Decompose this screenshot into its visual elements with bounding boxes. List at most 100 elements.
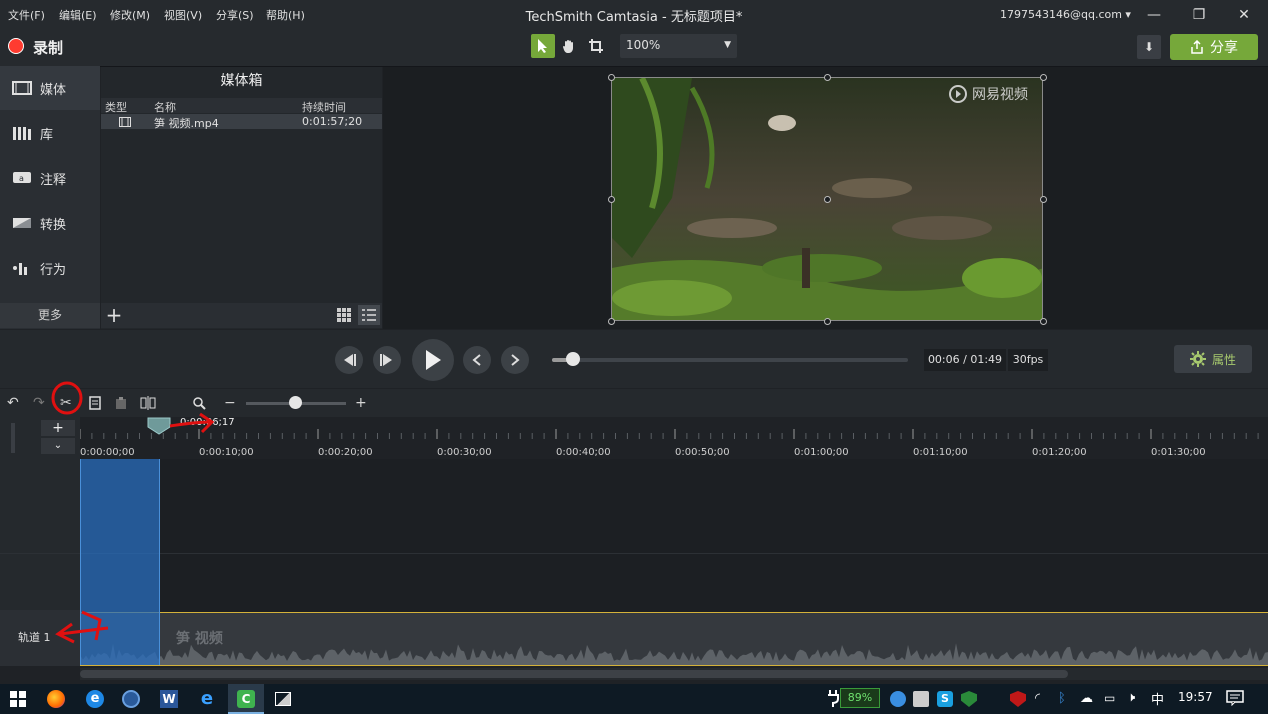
- firefox-icon[interactable]: [44, 687, 68, 711]
- play-button[interactable]: [412, 339, 454, 381]
- red-arrow-annotation: [169, 412, 215, 434]
- wifi-icon[interactable]: ◜: [1035, 691, 1040, 706]
- step-back-button[interactable]: [335, 346, 363, 374]
- resize-handle[interactable]: [608, 74, 615, 81]
- resize-handle[interactable]: [1040, 74, 1047, 81]
- copy-icon[interactable]: [88, 396, 102, 410]
- play-icon: [426, 350, 441, 370]
- column-duration[interactable]: 持续时间: [302, 99, 346, 115]
- clock-tray-icon[interactable]: [890, 691, 906, 707]
- photos-icon[interactable]: [271, 687, 295, 711]
- step-forward-icon: [380, 354, 392, 366]
- video-file-icon: [119, 117, 131, 127]
- camtasia-logo: C: [237, 690, 255, 708]
- resize-handle[interactable]: [1040, 318, 1047, 325]
- notifications-icon[interactable]: [1226, 690, 1244, 706]
- sidebar-item-label: 行为: [40, 262, 67, 278]
- record-button[interactable]: 录制: [33, 37, 63, 58]
- zoom-in-icon[interactable]: +: [355, 395, 367, 411]
- transition-icon: [13, 218, 31, 228]
- sidebar-item-annotations[interactable]: a 注释: [0, 156, 100, 200]
- crop-tool-button[interactable]: [584, 34, 608, 58]
- resize-handle[interactable]: [608, 318, 615, 325]
- ruler-tick-label: 0:00:20;00: [318, 447, 373, 458]
- sidebar-item-behaviors[interactable]: 行为: [0, 246, 100, 290]
- share-button[interactable]: 分享: [1170, 34, 1258, 60]
- timeline-zoom-handle[interactable]: [289, 396, 302, 409]
- properties-button[interactable]: 属性: [1174, 345, 1252, 373]
- list-view-button[interactable]: [358, 305, 380, 325]
- firefox-logo: [47, 690, 65, 708]
- resize-handle[interactable]: [824, 318, 831, 325]
- ruler-tick-label: 0:01:30;00: [1151, 447, 1206, 458]
- red-arrow-annotation-left: [55, 610, 109, 644]
- battery-indicator[interactable]: 89%: [840, 688, 880, 708]
- camtasia-icon[interactable]: C: [234, 687, 258, 711]
- maximize-button[interactable]: ❐: [1189, 5, 1209, 25]
- scrollbar-thumb[interactable]: [80, 670, 1068, 678]
- center-handle[interactable]: [824, 196, 831, 203]
- skype-icon[interactable]: S: [937, 691, 953, 707]
- onedrive-icon[interactable]: ☁: [1080, 691, 1093, 706]
- resize-handle[interactable]: [1040, 196, 1047, 203]
- tray-app-icon[interactable]: [913, 691, 929, 707]
- ruler-tick-label: 0:00:10;00: [199, 447, 254, 458]
- timecode-display: 00:06 / 01:49: [924, 349, 1006, 371]
- ie-icon[interactable]: e: [195, 687, 219, 711]
- record-icon[interactable]: [8, 38, 24, 54]
- step-back-icon: [344, 354, 356, 366]
- scrubber-handle[interactable]: [566, 352, 580, 366]
- zoom-search-icon[interactable]: [192, 396, 206, 410]
- add-media-button[interactable]: +: [104, 305, 124, 325]
- column-name[interactable]: 名称: [154, 99, 176, 115]
- paste-icon[interactable]: [114, 396, 128, 410]
- account-menu[interactable]: 1797543146@qq.com ▾: [1000, 8, 1131, 21]
- ime-indicator[interactable]: 中: [1151, 689, 1164, 708]
- zoom-dropdown[interactable]: 100% ▼: [620, 34, 737, 58]
- step-forward-button[interactable]: [373, 346, 401, 374]
- resize-handle[interactable]: [608, 196, 615, 203]
- close-button[interactable]: ✕: [1234, 5, 1254, 25]
- media-bin-title: 媒体箱: [220, 73, 263, 89]
- sidebar-item-library[interactable]: 库: [0, 111, 100, 155]
- select-tool-button[interactable]: [531, 34, 555, 58]
- sidebar-item-label: 注释: [40, 172, 67, 188]
- pan-tool-button[interactable]: [557, 34, 581, 58]
- sidebar-item-label: 媒体: [40, 82, 67, 98]
- ie-logo: e: [200, 688, 214, 709]
- windows-taskbar: [0, 684, 1268, 714]
- volume-icon[interactable]: 🕨: [1127, 690, 1135, 705]
- zoom-out-icon[interactable]: −: [224, 395, 236, 411]
- more-button[interactable]: 更多: [0, 303, 100, 328]
- grid-icon: [337, 308, 351, 322]
- chevron-left-icon: [472, 354, 481, 366]
- timeline-ruler[interactable]: [79, 417, 1268, 459]
- track1-clip[interactable]: [80, 612, 1268, 666]
- track1-label: 轨道 1: [18, 631, 51, 644]
- add-track-button[interactable]: +: [41, 420, 75, 436]
- edge-logo: e: [86, 690, 104, 708]
- minimize-button[interactable]: —: [1144, 5, 1164, 25]
- scrubber-track[interactable]: [552, 358, 908, 362]
- sidebar-item-transitions[interactable]: 转换: [0, 201, 100, 245]
- taskbar-clock[interactable]: 19:57: [1178, 690, 1213, 704]
- download-button[interactable]: ⬇: [1137, 35, 1161, 59]
- previous-marker-button[interactable]: [463, 346, 491, 374]
- media-player-icon[interactable]: [119, 687, 143, 711]
- edge-icon[interactable]: e: [83, 687, 107, 711]
- next-marker-button[interactable]: [501, 346, 529, 374]
- grid-view-button[interactable]: [334, 305, 354, 325]
- undo-icon[interactable]: ↶: [7, 395, 19, 411]
- collapse-tracks-button[interactable]: ⌄: [41, 438, 75, 454]
- bluetooth-icon[interactable]: ᛒ: [1058, 691, 1066, 706]
- resize-handle[interactable]: [824, 74, 831, 81]
- sidebar-item-media[interactable]: 媒体: [0, 66, 100, 110]
- split-icon[interactable]: [140, 396, 156, 410]
- watermark-text: 网易视频: [972, 87, 1028, 103]
- redo-icon[interactable]: ↷: [33, 395, 45, 411]
- word-icon[interactable]: W: [157, 687, 181, 711]
- track-height-slider[interactable]: [11, 423, 15, 453]
- windows-start-icon[interactable]: [6, 687, 30, 711]
- network-icon[interactable]: ▭: [1104, 691, 1115, 705]
- column-type[interactable]: 类型: [105, 99, 127, 115]
